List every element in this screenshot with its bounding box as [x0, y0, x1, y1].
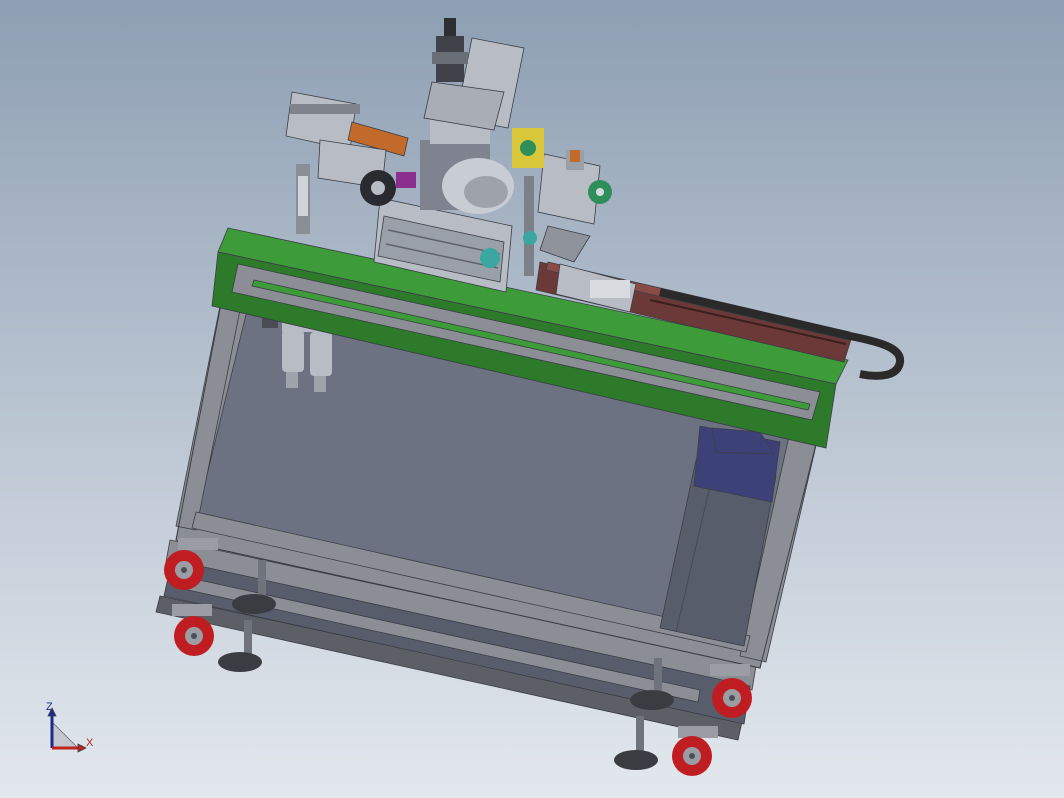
motor-flange: [432, 52, 468, 64]
left-arm-slot: [298, 176, 308, 216]
roller-hub: [371, 181, 385, 195]
caster-bracket: [710, 664, 750, 676]
center-drum-shadow: [464, 176, 508, 208]
foot-pad: [218, 652, 262, 672]
foot-pad: [232, 594, 276, 614]
filter-bowl-right: [310, 332, 332, 376]
filter-drain-right: [314, 376, 326, 392]
roller-purple-block: [396, 172, 416, 188]
foot-stem: [636, 716, 644, 752]
teal-knob-2: [523, 231, 537, 245]
caster-axle: [191, 633, 197, 639]
caster-axle: [181, 567, 187, 573]
caster-axle: [689, 753, 695, 759]
caster-bracket: [178, 538, 218, 550]
caster-front-right: [710, 664, 752, 718]
caster-back-left: [172, 604, 214, 656]
right-mech-gear-hub: [596, 188, 604, 196]
triad-x-label: X: [86, 737, 94, 749]
caster-axle: [729, 695, 735, 701]
motor-top-knob: [444, 18, 456, 36]
caster-bracket: [678, 726, 718, 738]
foot-pad: [630, 690, 674, 710]
foot-stem: [258, 560, 266, 596]
triad-z-label: Z: [46, 701, 53, 713]
foot-stem: [654, 658, 662, 692]
rail-carriage-block: [590, 280, 630, 298]
cad-model-scene[interactable]: Z X: [0, 0, 1064, 798]
cad-viewport[interactable]: Z X: [0, 0, 1064, 798]
right-mech-post: [524, 176, 534, 276]
caster-bracket: [172, 604, 212, 616]
right-mech-orange: [570, 150, 580, 162]
foot-pad: [614, 750, 658, 770]
yellow-module-gear: [520, 140, 536, 156]
foot-stem: [244, 620, 252, 654]
left-arm-bar: [290, 104, 360, 114]
filter-bowl-left: [282, 330, 304, 372]
teal-knob: [480, 248, 500, 268]
filter-drain-left: [286, 372, 298, 388]
